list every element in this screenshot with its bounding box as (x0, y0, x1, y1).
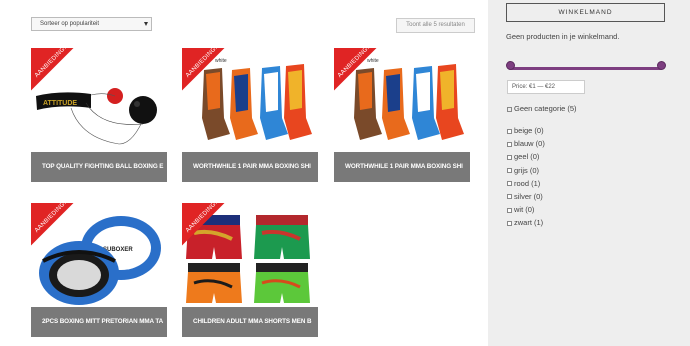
sort-dropdown-value: Sorteer op populariteit (40, 21, 100, 27)
product-title[interactable]: CHILDREN ADULT MMA SHORTS MEN B (182, 307, 318, 337)
price-slider-min-handle[interactable] (506, 61, 515, 70)
sort-dropdown[interactable]: Sorteer op populariteit (31, 17, 152, 31)
color-filter-label: rood (1) (514, 178, 541, 188)
checkbox[interactable] (507, 154, 512, 160)
color-filter-item[interactable]: grijs (0) (507, 164, 545, 177)
checkbox[interactable] (507, 220, 512, 226)
svg-text:white: white (215, 58, 227, 64)
color-filter-label: silver (0) (514, 191, 543, 201)
color-filter-label: wit (0) (514, 205, 535, 215)
checkbox[interactable] (507, 207, 512, 213)
svg-text:ATTITUDE: ATTITUDE (43, 100, 77, 107)
color-filter-item[interactable]: geel (0) (507, 150, 545, 163)
checkbox[interactable] (507, 181, 512, 187)
product-card[interactable]: AANBIEDING! white WORTHWHILE 1 PAIR MMA … (182, 48, 318, 182)
result-count-button[interactable]: Toont alle 5 resultaten (396, 18, 475, 33)
checkbox[interactable] (507, 194, 512, 200)
price-range-label: Price: €1 — €22 (507, 80, 585, 94)
product-title[interactable]: WORTHWHILE 1 PAIR MMA BOXING SHI (182, 152, 318, 182)
color-filter-item[interactable]: rood (1) (507, 177, 545, 190)
product-title[interactable]: TOP QUALITY FIGHTING BALL BOXING E (31, 152, 167, 182)
color-filter-label: geel (0) (514, 152, 540, 162)
product-card[interactable]: AANBIEDING! white WORTHWHILE 1 PAIR MMA … (334, 48, 470, 182)
product-title[interactable]: 2PCS BOXING MITT PRETORIAN MMA TA (31, 307, 167, 337)
color-filter-item[interactable]: zwart (1) (507, 216, 545, 229)
category-label: Geen categorie (5) (514, 104, 577, 113)
color-filter-label: blauw (0) (514, 139, 545, 149)
checkbox[interactable] (507, 106, 512, 112)
chevron-down-icon (144, 22, 148, 26)
cart-empty-text: Geen producten in je winkelmand. (506, 32, 620, 41)
checkbox[interactable] (507, 141, 512, 147)
color-filter-item[interactable]: beige (0) (507, 124, 545, 137)
product-card[interactable]: AANBIEDING! SUBOXER 2PCS BOXING MITT PRE… (31, 203, 167, 337)
color-filter-label: grijs (0) (514, 165, 540, 175)
product-title[interactable]: WORTHWHILE 1 PAIR MMA BOXING SHI (334, 152, 470, 182)
svg-text:white: white (367, 58, 379, 64)
category-filter[interactable]: Geen categorie (5) (507, 104, 577, 113)
price-slider-track[interactable] (510, 67, 662, 70)
color-filter-item[interactable]: blauw (0) (507, 137, 545, 150)
checkbox[interactable] (507, 128, 512, 134)
color-filter-item[interactable]: silver (0) (507, 190, 545, 203)
color-filter-label: beige (0) (514, 126, 544, 135)
color-filter-label: zwart (1) (514, 218, 544, 228)
cart-button[interactable]: WINKELMAND (506, 3, 665, 22)
product-card[interactable]: AANBIEDING! ATTITUDE TOP QUALITY FIGHTIN… (31, 48, 167, 182)
product-grid-area: Sorteer op populariteit Toont alle 5 res… (0, 0, 488, 346)
checkbox[interactable] (507, 168, 512, 174)
price-slider-max-handle[interactable] (657, 61, 666, 70)
color-filter-list: beige (0) blauw (0) geel (0) grijs (0) r… (507, 124, 545, 230)
product-card[interactable]: AANBIEDING! CHILDREN ADULT MMA SHORTS ME… (182, 203, 318, 337)
color-filter-item[interactable]: wit (0) (507, 203, 545, 216)
sidebar: WINKELMAND Geen producten in je winkelma… (488, 0, 690, 346)
